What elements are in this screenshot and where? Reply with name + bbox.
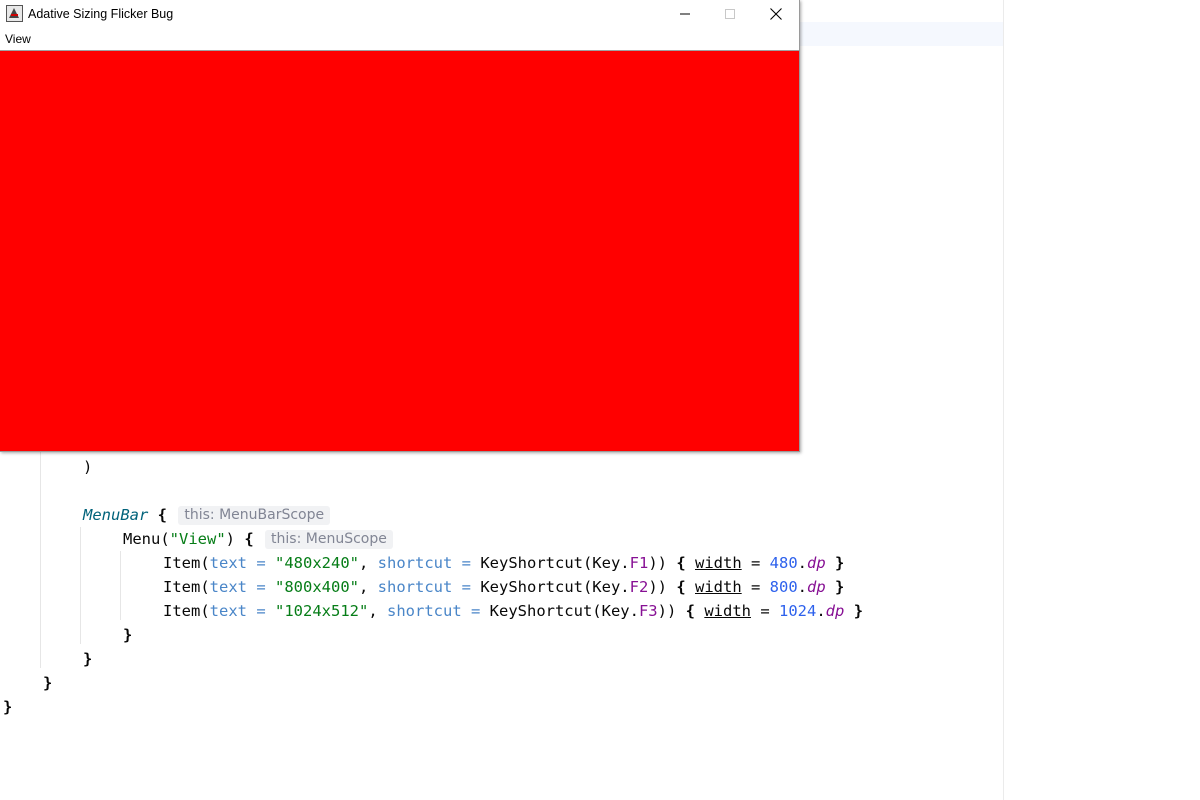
code-token: } (43, 674, 53, 692)
code-token: dp (807, 578, 826, 596)
code-token: F1 (629, 554, 649, 572)
code-token: F2 (629, 578, 649, 596)
code-token: shortcut (377, 554, 453, 572)
indent-guide (120, 551, 121, 620)
code-line: Item(text = "800x400", shortcut = KeySho… (163, 578, 845, 596)
app-window[interactable]: Adative Sizing Flicker Bug View (0, 0, 800, 452)
code-token: KeyShortcut(Key. (480, 578, 630, 596)
code-token: } (123, 626, 133, 644)
code-token: , (368, 602, 387, 620)
title-bar[interactable]: Adative Sizing Flicker Bug (0, 0, 799, 28)
indent-guide (40, 452, 41, 668)
code-line: ) (83, 455, 92, 479)
code-token: "480x240" (275, 554, 359, 572)
code-token: , (359, 554, 378, 572)
code-token: , (359, 578, 378, 596)
code-token: Menu( (123, 530, 170, 548)
code-token: { (676, 578, 686, 596)
code-token: } (83, 650, 93, 668)
code-line: } (43, 671, 52, 695)
menu-bar: View (0, 28, 799, 51)
code-token: = (247, 602, 275, 620)
code-token: text (209, 554, 247, 572)
code-token: } (853, 602, 864, 620)
code-token: 1024 (779, 602, 817, 620)
minimize-button[interactable] (662, 0, 708, 28)
code-token: "View" (169, 530, 226, 548)
code-token: "1024x512" (275, 602, 369, 620)
code-token: = (452, 578, 481, 596)
code-token: text (209, 602, 247, 620)
code-token: ) (225, 530, 236, 548)
code-token: { (157, 506, 168, 524)
red-content-area (0, 51, 799, 451)
code-line: Item(text = "480x240", shortcut = KeySho… (163, 554, 845, 572)
code-token: = (247, 578, 275, 596)
indent-guide (80, 527, 81, 644)
code-token: = (452, 554, 481, 572)
minimize-icon (680, 13, 690, 15)
code-line: } (3, 695, 12, 719)
code-token: width (704, 602, 751, 620)
code-token: text (209, 578, 247, 596)
inlay-hint: this: MenuBarScope (178, 506, 331, 525)
code-token: shortcut (387, 602, 462, 620)
code-token: = (247, 554, 275, 572)
code-token: shortcut (377, 578, 453, 596)
code-token: dp (807, 554, 826, 572)
code-token: } (835, 578, 845, 596)
code-line: } (123, 623, 132, 647)
close-icon (770, 8, 782, 20)
code-token: { (676, 554, 686, 572)
code-token: Item( (163, 602, 210, 620)
menu-view[interactable]: View (5, 28, 31, 50)
maximize-icon (725, 9, 735, 19)
code-line: } (83, 647, 92, 671)
code-token: Item( (163, 554, 210, 572)
inlay-hint: this: MenuScope (265, 530, 393, 549)
code-token: width (695, 554, 742, 572)
code-token: } (3, 698, 13, 716)
current-line-highlight (800, 22, 1003, 46)
code-line: Menu("View") { this: MenuScope (123, 527, 393, 551)
code-token: width (695, 578, 742, 596)
code-line: MenuBar { this: MenuBarScope (83, 503, 331, 527)
code-token: MenuBar (83, 506, 149, 524)
code-token: F3 (638, 602, 658, 620)
window-title: Adative Sizing Flicker Bug (28, 7, 174, 21)
java-app-icon (6, 5, 23, 22)
code-token: 480 (769, 554, 798, 572)
code-token: "800x400" (275, 578, 359, 596)
close-button[interactable] (753, 0, 799, 28)
code-line: Item(text = "1024x512", shortcut = KeySh… (163, 602, 864, 620)
code-token: KeyShortcut(Key. (480, 554, 630, 572)
code-token: { (685, 602, 695, 620)
code-token: dp (825, 602, 845, 620)
maximize-button[interactable] (707, 0, 753, 28)
code-token: { (244, 530, 254, 548)
code-token: = (461, 602, 490, 620)
code-token: ) (83, 458, 93, 476)
code-token: 800 (769, 578, 798, 596)
code-token: Item( (163, 578, 210, 596)
code-token: } (835, 554, 845, 572)
code-token: KeyShortcut(Key. (489, 602, 639, 620)
right-margin-guide (1003, 0, 1004, 800)
